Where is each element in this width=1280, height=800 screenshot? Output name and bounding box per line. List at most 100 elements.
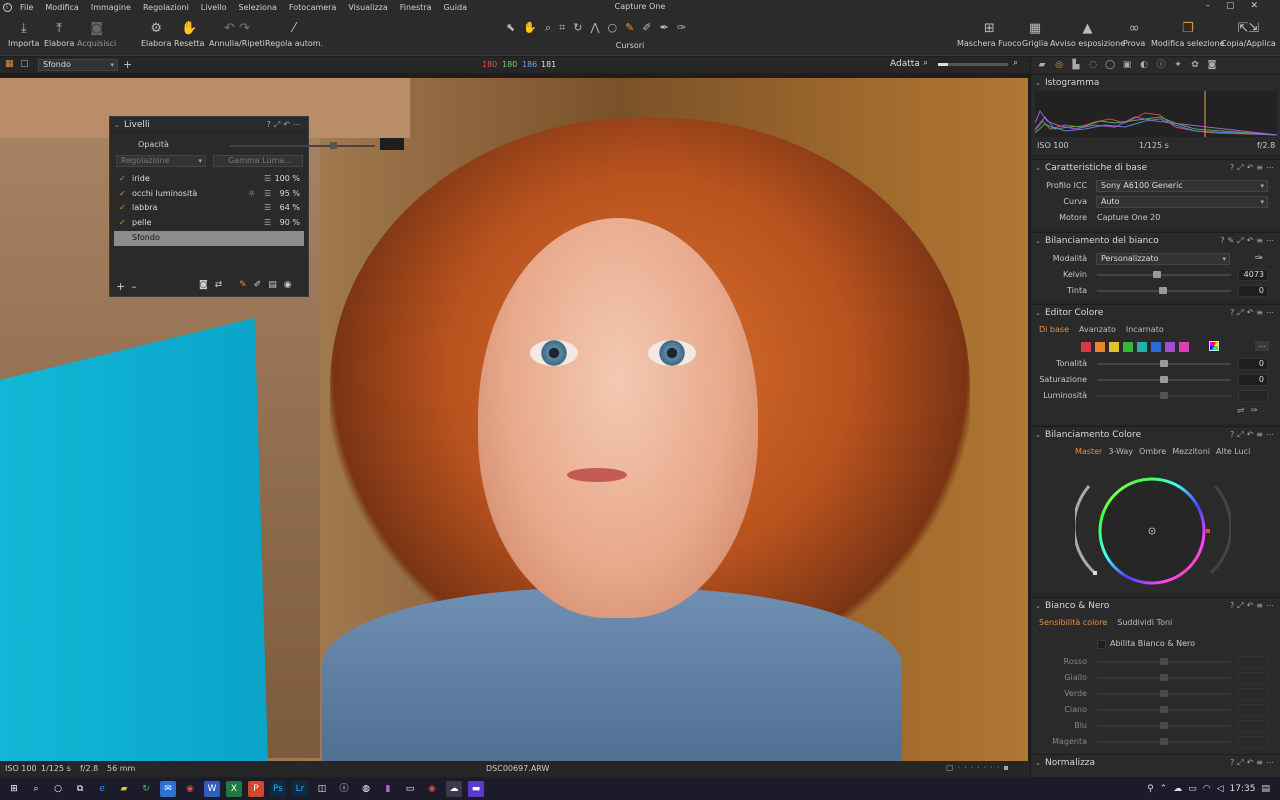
app-violet-icon[interactable]: ▬ bbox=[468, 781, 484, 797]
zoom-slider[interactable] bbox=[938, 63, 1008, 66]
color-swatch[interactable] bbox=[1123, 342, 1133, 352]
cloud-app-icon[interactable]: ☁ bbox=[446, 781, 462, 797]
camera-tab-icon[interactable]: ◙ bbox=[1205, 59, 1219, 71]
bw-channel-knob[interactable] bbox=[1160, 738, 1168, 745]
color-swatch[interactable] bbox=[1095, 342, 1105, 352]
lightness-arc-left[interactable] bbox=[1075, 485, 1096, 575]
gradient-cursor-icon[interactable]: ✒ bbox=[660, 21, 669, 35]
color-swatch[interactable] bbox=[1109, 342, 1119, 352]
saturation-value[interactable]: 0 bbox=[1238, 374, 1268, 386]
mail-icon[interactable]: ✉ bbox=[160, 781, 176, 797]
notifications-icon[interactable]: ▤ bbox=[1261, 784, 1270, 794]
auto-adjust-button[interactable]: ⁄ Regola autom. bbox=[265, 20, 323, 49]
picker-cursor-icon[interactable]: ✑ bbox=[677, 21, 686, 35]
layer-row[interactable]: ✓ labbra ☰ 64 % bbox=[114, 201, 304, 216]
keystone-cursor-icon[interactable]: ⋀ bbox=[591, 21, 600, 35]
chevron-down-icon[interactable]: ⌄ bbox=[114, 121, 124, 129]
lens-tab-icon[interactable]: ◌ bbox=[1086, 59, 1100, 71]
excel-icon[interactable]: X bbox=[226, 781, 242, 797]
details-tab-icon[interactable]: ▣ bbox=[1120, 59, 1134, 71]
tint-value[interactable]: 0 bbox=[1238, 285, 1268, 297]
color-swatch[interactable] bbox=[1179, 342, 1189, 352]
viewer-nav-icons[interactable]: ▢·······▪ bbox=[946, 763, 1013, 772]
opacity-slider[interactable] bbox=[230, 142, 375, 149]
proof-button[interactable]: ∞ Prova bbox=[1123, 20, 1145, 49]
powerpoint-icon[interactable]: P bbox=[248, 781, 264, 797]
opacity-knob[interactable] bbox=[330, 142, 337, 149]
menu-fotocamera[interactable]: Fotocamera bbox=[283, 3, 342, 12]
grid-button[interactable]: ▦ Griglia bbox=[1022, 20, 1048, 49]
output-tab-icon[interactable]: ✦ bbox=[1171, 59, 1185, 71]
folder-icon[interactable]: ▰ bbox=[116, 781, 132, 797]
section-tools-icons[interactable]: ?⤢↶≡⋯ bbox=[1230, 601, 1277, 611]
photoshop-icon[interactable]: Ps bbox=[270, 781, 286, 797]
layer-row[interactable]: ✓ pelle ☰ 90 % bbox=[114, 216, 304, 231]
battery-icon[interactable]: ▭ bbox=[1188, 784, 1197, 794]
undo-redo-button[interactable]: ↶ ↷ Annulla/Ripeti bbox=[209, 20, 265, 49]
bw-channel-knob[interactable] bbox=[1160, 674, 1168, 681]
layer-checkbox[interactable]: ✓ bbox=[119, 187, 126, 201]
layer-checkbox[interactable]: ✓ bbox=[119, 216, 126, 230]
bw-channel-knob[interactable] bbox=[1160, 722, 1168, 729]
layer-checkbox[interactable]: ✓ bbox=[119, 172, 126, 186]
terminal-icon[interactable]: ▭ bbox=[402, 781, 418, 797]
menu-seleziona[interactable]: Seleziona bbox=[232, 3, 282, 12]
select-cursor-icon[interactable]: ⬉ bbox=[506, 21, 515, 35]
tab-midtones[interactable]: Mezzitoni bbox=[1172, 447, 1210, 456]
menu-finestra[interactable]: Finestra bbox=[394, 3, 438, 12]
color-swatch[interactable] bbox=[1081, 342, 1091, 352]
library-tab-icon[interactable]: ▰ bbox=[1035, 59, 1049, 71]
opacity-field[interactable] bbox=[380, 138, 404, 150]
layer-settings-icon[interactable]: ☰ bbox=[264, 187, 271, 201]
task-view-icon[interactable]: ⧉ bbox=[72, 781, 88, 797]
menu-regolazioni[interactable]: Regolazioni bbox=[137, 3, 195, 12]
sync-icon[interactable]: ↻ bbox=[138, 781, 154, 797]
menu-guida[interactable]: Guida bbox=[438, 3, 473, 12]
capture-one-taskbar-icon[interactable]: ⓘ bbox=[336, 781, 352, 797]
luminosity-slider[interactable] bbox=[1097, 392, 1231, 399]
layer-settings-icon[interactable]: ☰ bbox=[264, 201, 271, 215]
cortana-icon[interactable]: ○ bbox=[50, 781, 66, 797]
bw-channel-knob[interactable] bbox=[1160, 706, 1168, 713]
batch-tab-icon[interactable]: ✿ bbox=[1188, 59, 1202, 71]
bw-channel-slider[interactable] bbox=[1097, 722, 1231, 729]
chevron-down-icon[interactable]: ⌄ bbox=[1035, 309, 1045, 317]
chevron-down-icon[interactable]: ⌄ bbox=[1035, 164, 1045, 172]
tab-advanced[interactable]: Avanzato bbox=[1079, 325, 1116, 334]
curve-select[interactable]: Auto ▾ bbox=[1096, 196, 1268, 208]
hue-slider[interactable] bbox=[1097, 360, 1231, 367]
section-tools-icons[interactable]: ?⤢↶≡⋯ bbox=[1230, 758, 1277, 768]
color-swatch[interactable] bbox=[1137, 342, 1147, 352]
wb-picker-icon[interactable]: ✑ bbox=[1255, 253, 1263, 264]
layer-settings-icon[interactable]: ☰ bbox=[264, 216, 271, 230]
bw-channel-value[interactable] bbox=[1238, 656, 1268, 668]
rotate-cursor-icon[interactable]: ↻ bbox=[573, 21, 582, 35]
wifi-icon[interactable]: ◠ bbox=[1203, 784, 1211, 794]
tab-highlights[interactable]: Alte Luci bbox=[1216, 447, 1250, 456]
menu-modifica[interactable]: Modifica bbox=[39, 3, 84, 12]
tab-color-sensitivity[interactable]: Sensibilità colore bbox=[1039, 618, 1107, 627]
section-tools-icons[interactable]: ?⤢↶≡⋯ bbox=[1230, 308, 1277, 318]
bw-channel-value[interactable] bbox=[1238, 688, 1268, 700]
icc-select[interactable]: Sony A6100 Generic ▾ bbox=[1096, 180, 1268, 192]
process-recipe-button[interactable]: ⚙ Elabora bbox=[141, 20, 171, 49]
brush-cursor-icon[interactable]: ✎ bbox=[625, 21, 634, 35]
layer-mask-tools[interactable]: ◙⇄ ✎✐▤◉ bbox=[199, 280, 299, 290]
tab-basic[interactable]: Di base bbox=[1039, 325, 1069, 334]
color-swatch[interactable] bbox=[1151, 342, 1161, 352]
kelvin-slider[interactable] bbox=[1097, 271, 1231, 278]
import-button[interactable]: ⤓ Importa bbox=[8, 20, 39, 49]
cloud-icon[interactable]: ☁ bbox=[1173, 784, 1182, 794]
search-icon[interactable]: ⌕ bbox=[28, 781, 44, 797]
tab-shadows[interactable]: Ombre bbox=[1139, 447, 1166, 456]
volume-icon[interactable]: ◁ bbox=[1217, 784, 1224, 794]
layers-panel-tools[interactable]: ?⤢↶⋯ bbox=[267, 120, 304, 130]
layer-select[interactable]: Sfondo ▾ bbox=[38, 59, 118, 71]
more-options-button[interactable]: … bbox=[1255, 341, 1269, 351]
exposure-warning-button[interactable]: ▲ Avviso esposizione bbox=[1050, 20, 1125, 49]
color-tab-icon[interactable]: ◎ bbox=[1052, 59, 1066, 71]
bw-channel-knob[interactable] bbox=[1160, 690, 1168, 697]
saturation-slider[interactable] bbox=[1097, 376, 1231, 383]
metadata-tab-icon[interactable]: ⓘ bbox=[1154, 59, 1168, 71]
app-purple-icon[interactable]: ▮ bbox=[380, 781, 396, 797]
